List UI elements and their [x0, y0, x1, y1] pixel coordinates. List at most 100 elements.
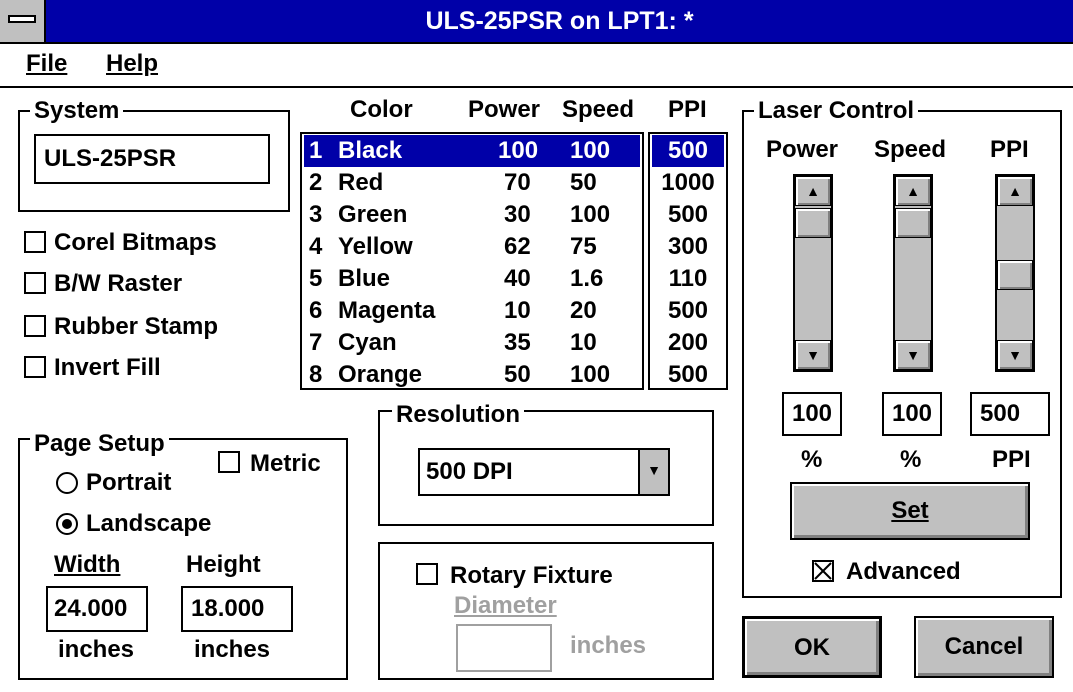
- power-value: 35: [504, 329, 531, 356]
- portrait-radio[interactable]: [56, 472, 78, 494]
- corel-bitmaps-checkbox[interactable]: [24, 231, 46, 253]
- list-item[interactable]: 500: [652, 199, 724, 231]
- speed-label: Speed: [874, 136, 947, 163]
- list-item[interactable]: 500: [652, 295, 724, 327]
- color-number: 3: [309, 201, 323, 228]
- system-group-label: System: [30, 97, 124, 125]
- cancel-button[interactable]: Cancel: [914, 616, 1054, 678]
- list-item[interactable]: 500: [652, 359, 724, 391]
- power-value-field[interactable]: 100: [782, 392, 842, 436]
- laser-control-label: Laser Control: [754, 97, 919, 125]
- diameter-label: Diameter: [454, 592, 557, 619]
- ppi-list[interactable]: 500 1000 500 300 110 500 200 500: [648, 132, 728, 390]
- color-number: 1: [309, 137, 323, 164]
- rubber-stamp-checkbox[interactable]: [24, 315, 46, 337]
- invert-fill-checkbox[interactable]: [24, 356, 46, 378]
- color-list[interactable]: 1 Black 100 100 2 Red 70 50 3 Green 30 1…: [300, 132, 644, 390]
- color-name: Green: [338, 201, 408, 228]
- width-field[interactable]: 24.000: [46, 586, 148, 632]
- advanced-checkbox[interactable]: [812, 560, 834, 582]
- speed-value: 20: [570, 297, 597, 324]
- rotary-fixture-checkbox[interactable]: [416, 563, 438, 585]
- power-value: 62: [504, 233, 531, 260]
- ppi-scroll-thumb[interactable]: [997, 260, 1033, 290]
- list-item[interactable]: 110: [652, 263, 724, 295]
- set-button-label: Set: [891, 497, 929, 524]
- power-value: 70: [504, 169, 531, 196]
- color-number: 7: [309, 329, 323, 356]
- scroll-up-arrow-icon[interactable]: ▲: [895, 176, 931, 206]
- scroll-up-arrow-icon[interactable]: ▲: [997, 176, 1033, 206]
- list-item[interactable]: 7 Cyan 35 10: [304, 327, 640, 359]
- speed-value-field[interactable]: 100: [882, 392, 942, 436]
- resolution-dropdown[interactable]: 500 DPI ▼: [418, 448, 670, 496]
- color-number: 6: [309, 297, 323, 324]
- menu-file[interactable]: File: [18, 47, 75, 81]
- list-item[interactable]: 200: [652, 327, 724, 359]
- diameter-field[interactable]: [456, 624, 552, 672]
- list-item[interactable]: 8 Orange 50 100: [304, 359, 640, 391]
- height-field[interactable]: 18.000: [181, 586, 293, 632]
- bw-raster-checkbox[interactable]: [24, 272, 46, 294]
- list-item[interactable]: 3 Green 30 100: [304, 199, 640, 231]
- system-field[interactable]: ULS-25PSR: [34, 134, 270, 184]
- list-item[interactable]: 2 Red 70 50: [304, 167, 640, 199]
- window-title: ULS-25PSR on LPT1: *: [425, 7, 694, 35]
- portrait-label: Portrait: [86, 469, 172, 496]
- scroll-down-arrow-icon[interactable]: ▼: [795, 340, 831, 370]
- power-scroll-thumb[interactable]: [795, 208, 831, 238]
- rubber-stamp-label: Rubber Stamp: [54, 313, 219, 340]
- power-label: Power: [766, 136, 839, 163]
- ppi-unit: PPI: [992, 446, 1031, 473]
- landscape-radio[interactable]: [56, 513, 78, 535]
- speed-scroll-thumb[interactable]: [895, 208, 931, 238]
- menu-help[interactable]: Help: [98, 47, 166, 81]
- diameter-unit: inches: [570, 632, 647, 659]
- resolution-label: Resolution: [392, 401, 524, 429]
- system-menu-button[interactable]: [0, 0, 46, 42]
- advanced-label: Advanced: [846, 558, 961, 585]
- width-unit: inches: [58, 636, 135, 663]
- list-item[interactable]: 1000: [652, 167, 724, 199]
- color-name: Magenta: [338, 297, 436, 324]
- power-scrollbar[interactable]: ▲ ▼: [793, 174, 833, 372]
- list-item[interactable]: 4 Yellow 62 75: [304, 231, 640, 263]
- set-button[interactable]: Set: [790, 482, 1030, 540]
- radio-selected-dot: [62, 519, 72, 529]
- scroll-down-arrow-icon[interactable]: ▼: [997, 340, 1033, 370]
- color-name: Orange: [338, 361, 423, 388]
- ppi-label: PPI: [990, 136, 1029, 163]
- invert-fill-label: Invert Fill: [54, 354, 161, 381]
- menu-file-label: File: [26, 50, 68, 77]
- dropdown-arrow-icon[interactable]: ▼: [638, 450, 668, 494]
- speed-value: 100: [570, 201, 611, 228]
- ppi-scrollbar[interactable]: ▲ ▼: [995, 174, 1035, 372]
- color-number: 2: [309, 169, 323, 196]
- speed-scrollbar[interactable]: ▲ ▼: [893, 174, 933, 372]
- menu-help-label: Help: [106, 50, 159, 77]
- color-number: 8: [309, 361, 323, 388]
- speed-value: 1.6: [570, 265, 604, 292]
- color-number: 4: [309, 233, 323, 260]
- power-value: 100: [498, 137, 539, 164]
- scroll-down-arrow-icon[interactable]: ▼: [895, 340, 931, 370]
- speed-value: 100: [570, 361, 611, 388]
- ok-button[interactable]: OK: [742, 616, 882, 678]
- color-number: 5: [309, 265, 323, 292]
- power-value: 50: [504, 361, 531, 388]
- power-value: 10: [504, 297, 531, 324]
- list-item[interactable]: 300: [652, 231, 724, 263]
- ppi-value-field[interactable]: 500: [970, 392, 1050, 436]
- list-item[interactable]: 1 Black 100 100: [304, 135, 640, 167]
- scroll-up-arrow-icon[interactable]: ▲: [795, 176, 831, 206]
- resolution-value: 500 DPI: [426, 458, 513, 485]
- list-item[interactable]: 5 Blue 40 1.6: [304, 263, 640, 295]
- height-label: Height: [186, 551, 261, 578]
- metric-checkbox[interactable]: [218, 451, 240, 473]
- list-item[interactable]: 500: [652, 135, 724, 167]
- ppi-header: PPI: [668, 96, 707, 123]
- system-menu-icon: [8, 15, 36, 23]
- rotary-fixture-label: Rotary Fixture: [450, 562, 613, 589]
- list-item[interactable]: 6 Magenta 10 20: [304, 295, 640, 327]
- speed-value: 100: [570, 137, 611, 164]
